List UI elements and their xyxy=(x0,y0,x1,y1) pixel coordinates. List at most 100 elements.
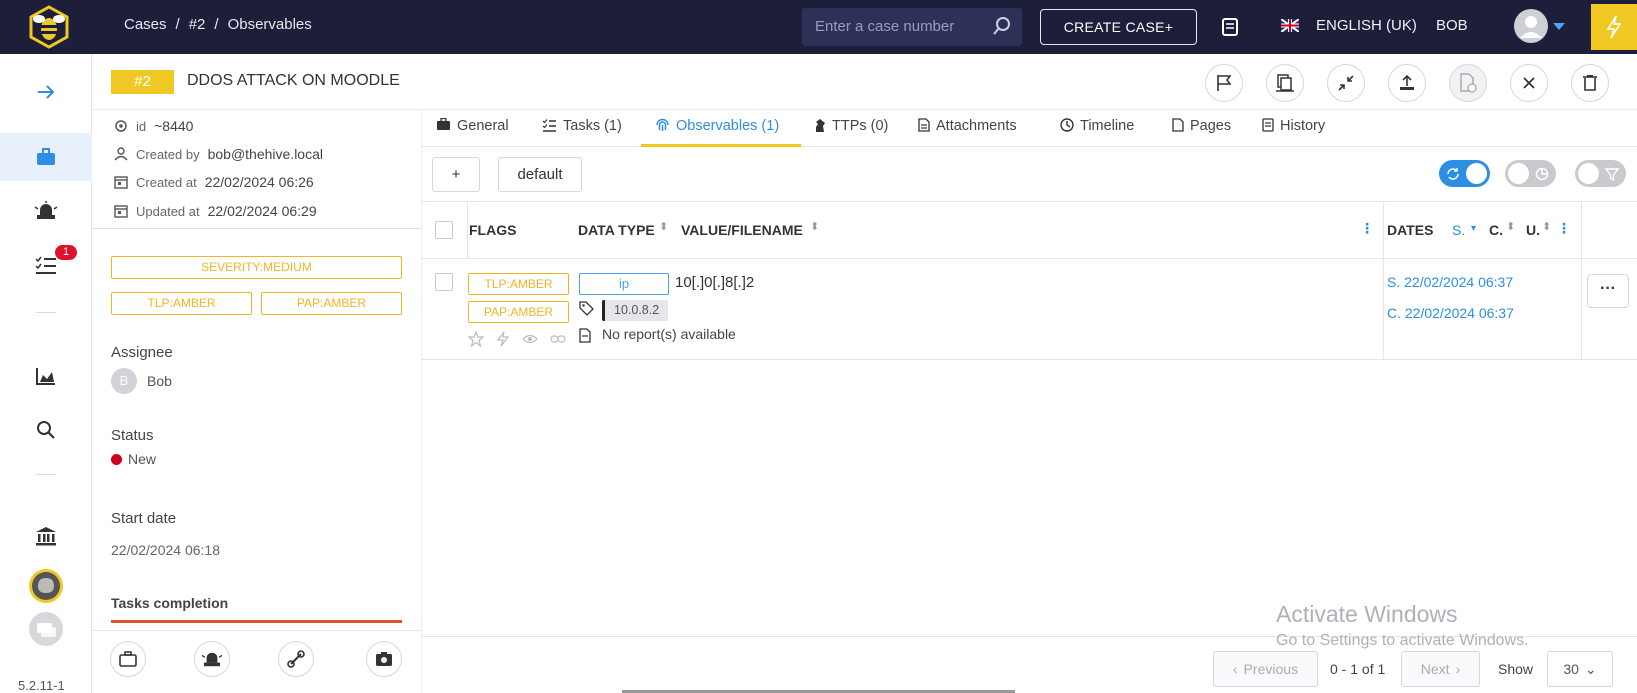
tab-observables[interactable]: Observables (1) xyxy=(641,118,801,147)
close-case-button[interactable] xyxy=(1327,64,1365,102)
sort-desc-icon[interactable]: ▾ xyxy=(1471,223,1476,234)
uk-flag-icon[interactable] xyxy=(1280,18,1300,33)
nav-dashboards[interactable] xyxy=(0,352,92,400)
book-icon[interactable] xyxy=(1222,18,1238,41)
tab-ttps[interactable]: TTPs (0) xyxy=(814,118,888,147)
merge-case-button[interactable] xyxy=(1266,64,1304,102)
star-icon[interactable] xyxy=(468,331,484,347)
stats-toggle[interactable] xyxy=(1505,160,1556,187)
pap-tag[interactable]: PAP:AMBER xyxy=(468,301,569,323)
quick-actions-button[interactable] xyxy=(1591,4,1637,50)
assignee[interactable]: B Bob xyxy=(111,368,172,394)
sort-icon[interactable]: ⬍ xyxy=(1506,220,1515,233)
tab-general[interactable]: General xyxy=(436,118,509,147)
id-icon xyxy=(115,120,127,132)
tlp-tag[interactable]: TLP:AMBER xyxy=(468,273,569,295)
breadcrumb-case[interactable]: #2 xyxy=(189,16,206,33)
sort-updated-date[interactable]: U. xyxy=(1526,222,1540,238)
tab-timeline[interactable]: Timeline xyxy=(1060,118,1134,147)
case-action-button[interactable] xyxy=(110,641,146,677)
sort-start-date[interactable]: S. xyxy=(1452,222,1465,238)
nav-cortex[interactable] xyxy=(0,562,92,610)
tab-label: Observables (1) xyxy=(676,118,780,134)
user-name[interactable]: BOB xyxy=(1436,17,1468,34)
row-actions-button[interactable]: ··· xyxy=(1587,274,1629,308)
sort-created-date[interactable]: C. xyxy=(1489,222,1503,238)
nav-alerts[interactable] xyxy=(0,187,92,235)
page-info: 0 - 1 of 1 xyxy=(1330,661,1386,677)
tab-label: TTPs (0) xyxy=(832,118,889,134)
select-all-checkbox[interactable] xyxy=(435,221,453,239)
chevron-down-icon[interactable] xyxy=(1553,23,1565,30)
search-icon[interactable] xyxy=(992,16,1012,41)
create-case-button[interactable]: CREATE CASE+ xyxy=(1040,9,1197,45)
nav-organisation[interactable] xyxy=(0,512,92,560)
column-value[interactable]: VALUE/FILENAME xyxy=(681,222,803,238)
start-date-value[interactable]: 22/02/2024 06:18 xyxy=(111,542,220,558)
column-data-type[interactable]: DATA TYPE xyxy=(578,222,655,238)
column-options-icon[interactable]: ⋮ xyxy=(1360,220,1374,237)
page-size-value: 30 xyxy=(1563,661,1579,677)
report-status: No report(s) available xyxy=(602,326,736,342)
column-options-icon[interactable]: ⋮ xyxy=(1557,220,1571,237)
next-page-button[interactable]: Next › xyxy=(1401,651,1480,687)
camera-icon xyxy=(376,652,392,666)
flag-case-button[interactable] xyxy=(1205,64,1243,102)
thehive-logo[interactable] xyxy=(24,2,74,52)
next-label: Next xyxy=(1420,661,1450,677)
sort-icon[interactable]: ⬍ xyxy=(810,220,819,233)
auto-refresh-toggle[interactable] xyxy=(1439,160,1490,187)
nav-search[interactable] xyxy=(0,406,92,454)
severity-tag[interactable]: SEVERITY:MEDIUM xyxy=(111,256,402,279)
row-checkbox[interactable] xyxy=(435,273,453,291)
nav-chat[interactable] xyxy=(0,605,92,653)
sort-icon[interactable]: ⬍ xyxy=(659,220,668,233)
pap-tag[interactable]: PAP:AMBER xyxy=(261,292,402,315)
data-type-badge[interactable]: ip xyxy=(579,273,669,295)
status-label: Status xyxy=(111,427,154,444)
merge-icon xyxy=(1276,74,1294,92)
siren-icon xyxy=(34,201,58,219)
case-id-label: id xyxy=(136,118,147,134)
updated-at-label: Updated at xyxy=(136,203,200,219)
breadcrumb-cases[interactable]: Cases xyxy=(124,16,167,33)
delete-case-button[interactable] xyxy=(1571,64,1609,102)
language-selector[interactable]: ENGLISH (UK) xyxy=(1316,17,1417,34)
column-flags: FLAGS xyxy=(469,222,517,238)
alert-action-button[interactable] xyxy=(194,641,230,677)
observable-value[interactable]: 10[.]0[.]8[.]2 xyxy=(675,274,754,291)
sort-icon[interactable]: ⬍ xyxy=(1542,220,1551,233)
page-size-select[interactable]: 30 ⌄ xyxy=(1547,651,1613,687)
export-case-button[interactable] xyxy=(1388,64,1426,102)
add-observable-button[interactable]: + xyxy=(432,157,480,192)
close-button[interactable] xyxy=(1510,64,1548,102)
eye-icon[interactable] xyxy=(522,331,538,347)
breadcrumb-observables: Observables xyxy=(227,16,312,33)
search-placeholder: Enter a case number xyxy=(815,18,955,35)
tlp-tag[interactable]: TLP:AMBER xyxy=(111,292,252,315)
tab-pages[interactable]: Pages xyxy=(1172,118,1231,147)
user-avatar[interactable] xyxy=(1514,9,1548,43)
observable-tag[interactable]: 10.0.8.2 xyxy=(602,300,669,321)
file-icon xyxy=(1460,73,1477,93)
tab-history[interactable]: History xyxy=(1262,118,1325,147)
previous-page-button[interactable]: ‹ Previous xyxy=(1213,651,1318,687)
filter-toggle[interactable] xyxy=(1575,160,1626,187)
nav-cases[interactable] xyxy=(0,133,92,181)
link-icon[interactable] xyxy=(550,331,566,347)
expand-menu-button[interactable] xyxy=(0,68,92,116)
table-row[interactable]: TLP:AMBER PAP:AMBER ip 10[.]0[.]8[.]2 10… xyxy=(422,259,1637,360)
report-template-button[interactable] xyxy=(1449,64,1487,102)
tab-tasks[interactable]: Tasks (1) xyxy=(542,118,622,147)
filter-preset-button[interactable]: default xyxy=(498,157,582,192)
bolt-icon[interactable] xyxy=(496,331,510,347)
status-value[interactable]: New xyxy=(111,451,156,467)
settings-action-button[interactable] xyxy=(366,641,402,677)
tab-label: Attachments xyxy=(936,118,1017,134)
tab-attachments[interactable]: Attachments xyxy=(918,118,1017,147)
flag-icon xyxy=(1217,75,1232,91)
nav-tasks[interactable]: 1 xyxy=(0,241,92,289)
link-action-button[interactable] xyxy=(278,641,314,677)
assignee-name: Bob xyxy=(147,373,172,389)
case-search-input[interactable]: Enter a case number xyxy=(802,8,1022,46)
